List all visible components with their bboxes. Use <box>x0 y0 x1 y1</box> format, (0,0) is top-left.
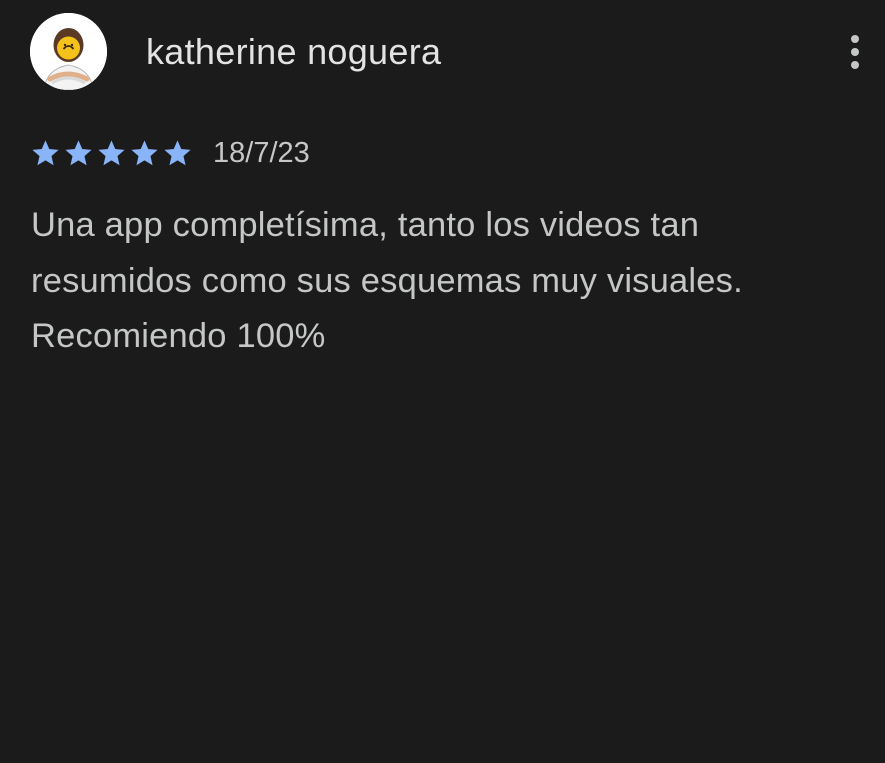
review-date: 18/7/23 <box>213 137 310 169</box>
more-vert-icon-dot <box>851 48 859 56</box>
star-icon <box>96 138 127 169</box>
rating-row: 18/7/23 <box>30 134 310 172</box>
review-text: Una app completísima, tanto los videos t… <box>31 206 743 355</box>
more-options-button[interactable] <box>838 28 872 76</box>
star-icon <box>63 138 94 169</box>
author-name: katherine noguera <box>146 31 442 72</box>
review-card: katherine noguera 18/7/23 Una app comple… <box>0 0 885 763</box>
more-vert-icon <box>851 35 859 43</box>
user-avatar-image <box>30 13 107 90</box>
avatar[interactable] <box>30 13 107 90</box>
star-icon <box>162 138 193 169</box>
star-icon <box>129 138 160 169</box>
star-rating <box>30 138 193 169</box>
star-icon <box>30 138 61 169</box>
more-vert-icon-dot <box>851 61 859 69</box>
